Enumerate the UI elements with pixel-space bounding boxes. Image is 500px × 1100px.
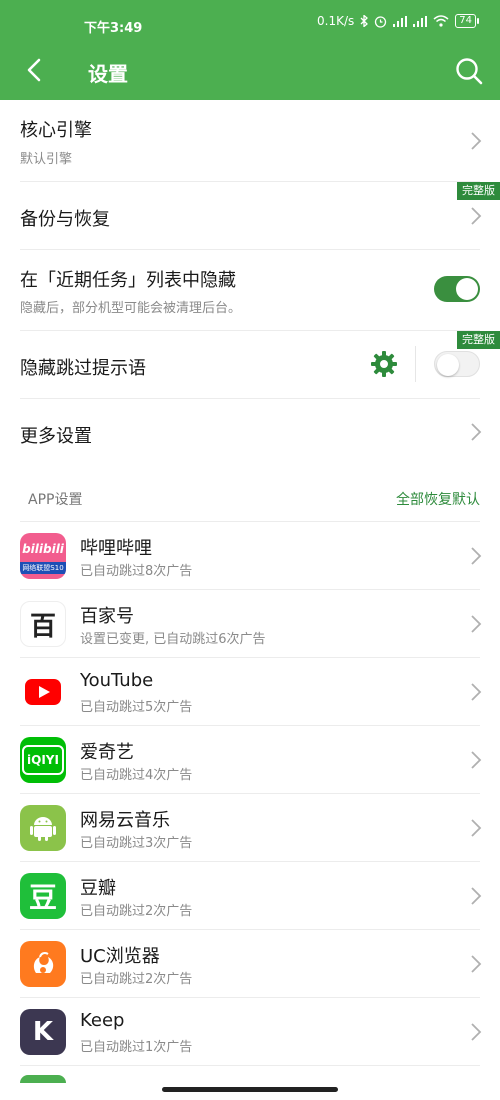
page-title: 设置 — [88, 62, 128, 86]
app-desc: 已自动跳过3次广告 — [80, 836, 193, 851]
app-bar: 设置 — [0, 42, 500, 100]
app-desc: 已自动跳过4次广告 — [80, 768, 193, 783]
app-desc: 已自动跳过1次广告 — [80, 1040, 193, 1055]
battery-icon: 74 — [455, 14, 479, 28]
full-version-badge: 完整版 — [457, 331, 500, 349]
chevron-right-icon — [471, 751, 482, 769]
app-item-keep[interactable]: K Keep 已自动跳过1次广告 — [0, 998, 500, 1066]
section-label-app-settings: APP设置 — [28, 492, 83, 508]
status-bar: 下午3:49 0.1K/s 74 — [0, 0, 500, 42]
status-time: 下午3:49 — [84, 21, 143, 36]
youtube-logo — [25, 679, 61, 705]
app-name: 豆瓣 — [80, 878, 116, 899]
chevron-right-icon — [471, 547, 482, 565]
app-desc: 设置已变更, 已自动跳过6次广告 — [80, 632, 266, 647]
app-item-douban[interactable]: 豆 豆瓣 已自动跳过2次广告 — [0, 862, 500, 930]
app-name: 爱奇艺 — [80, 742, 134, 763]
chevron-right-icon — [471, 207, 482, 225]
setting-title: 更多设置 — [20, 426, 92, 447]
baijiahao-logo-glyph: 百 — [29, 611, 56, 642]
app-desc: 已自动跳过5次广告 — [80, 700, 193, 715]
chevron-right-icon — [471, 955, 482, 973]
setting-title: 备份与恢复 — [20, 209, 110, 230]
setting-hide-skip-tip[interactable]: 完整版 隐藏跳过提示语 — [0, 330, 500, 398]
setting-title: 隐藏跳过提示语 — [20, 358, 146, 379]
back-arrow-icon[interactable] — [20, 55, 50, 85]
setting-subtitle: 隐藏后，部分机型可能会被清理后台。 — [20, 301, 242, 316]
signal-icon — [393, 15, 408, 27]
keep-logo-glyph: K — [32, 1017, 54, 1047]
status-icons: 0.1K/s 74 — [317, 14, 479, 28]
chevron-right-icon — [471, 132, 482, 150]
youtube-icon — [20, 669, 66, 715]
app-desc: 已自动跳过8次广告 — [80, 564, 193, 579]
wifi-icon — [433, 15, 449, 27]
app-item-youtube[interactable]: YouTube 已自动跳过5次广告 — [0, 658, 500, 726]
home-indicator[interactable] — [162, 1087, 338, 1092]
chevron-right-icon — [471, 615, 482, 633]
baijiahao-icon: 百 — [20, 601, 66, 647]
chevron-right-icon — [471, 683, 482, 701]
setting-subtitle: 默认引擎 — [20, 152, 73, 167]
partial-app-icon — [20, 1075, 66, 1083]
setting-core-engine[interactable]: 核心引擎 默认引擎 — [0, 100, 500, 181]
android-icon — [20, 805, 66, 851]
toggle-knob — [456, 278, 478, 300]
app-item-baijiahao[interactable]: 百 百家号 设置已变更, 已自动跳过6次广告 — [0, 590, 500, 658]
toggle-knob — [437, 354, 459, 376]
app-item-netease-music[interactable]: 网易云音乐 已自动跳过3次广告 — [0, 794, 500, 862]
setting-backup-restore[interactable]: 完整版 备份与恢复 — [0, 181, 500, 249]
search-icon[interactable] — [454, 56, 484, 86]
douban-logo-glyph: 豆 — [28, 881, 57, 914]
gear-icon[interactable] — [370, 350, 398, 378]
chevron-right-icon — [471, 423, 482, 441]
setting-more[interactable]: 更多设置 — [0, 398, 500, 466]
chevron-right-icon — [471, 1023, 482, 1041]
hide-recent-toggle[interactable] — [434, 276, 480, 302]
app-item-bilibili[interactable]: bilibili 网络联盟S10 哔哩哔哩 已自动跳过8次广告 — [0, 522, 500, 590]
bluetooth-icon — [360, 15, 369, 27]
uc-browser-icon — [20, 941, 66, 987]
alarm-icon — [375, 15, 387, 28]
app-name: Keep — [80, 1010, 125, 1031]
douban-icon: 豆 — [20, 873, 66, 919]
bilibili-logo-subtext: 网络联盟S10 — [20, 562, 66, 574]
bilibili-logo-text: bilibili — [22, 542, 64, 556]
setting-title: 在「近期任务」列表中隐藏 — [20, 270, 236, 291]
setting-title: 核心引擎 — [20, 120, 92, 141]
app-item-iqiyi[interactable]: iQIYI 爱奇艺 已自动跳过4次广告 — [0, 726, 500, 794]
app-name: 网易云音乐 — [80, 810, 170, 831]
app-name: 百家号 — [80, 606, 134, 627]
app-item-uc-browser[interactable]: UC浏览器 已自动跳过2次广告 — [0, 930, 500, 998]
app-name: 哔哩哔哩 — [80, 538, 152, 559]
restore-all-defaults-link[interactable]: 全部恢复默认 — [396, 489, 480, 509]
app-desc: 已自动跳过2次广告 — [80, 904, 193, 919]
hide-skip-tip-toggle[interactable] — [434, 351, 480, 377]
bilibili-icon: bilibili 网络联盟S10 — [20, 533, 66, 579]
full-version-badge: 完整版 — [457, 182, 500, 200]
setting-hide-recent-tasks[interactable]: 在「近期任务」列表中隐藏 隐藏后，部分机型可能会被清理后台。 — [0, 249, 500, 330]
vertical-divider — [415, 346, 416, 382]
android-robot — [30, 817, 56, 841]
keep-icon: K — [20, 1009, 66, 1055]
network-speed: 0.1K/s — [317, 14, 355, 28]
app-name: YouTube — [80, 670, 154, 691]
divider — [20, 1065, 480, 1066]
iqiyi-logo-text: iQIYI — [22, 745, 64, 775]
app-name: UC浏览器 — [80, 946, 160, 967]
app-desc: 已自动跳过2次广告 — [80, 972, 193, 987]
chevron-right-icon — [471, 819, 482, 837]
iqiyi-icon: iQIYI — [20, 737, 66, 783]
uc-squirrel — [33, 952, 54, 973]
signal-icon-2 — [413, 15, 428, 27]
chevron-right-icon — [471, 887, 482, 905]
